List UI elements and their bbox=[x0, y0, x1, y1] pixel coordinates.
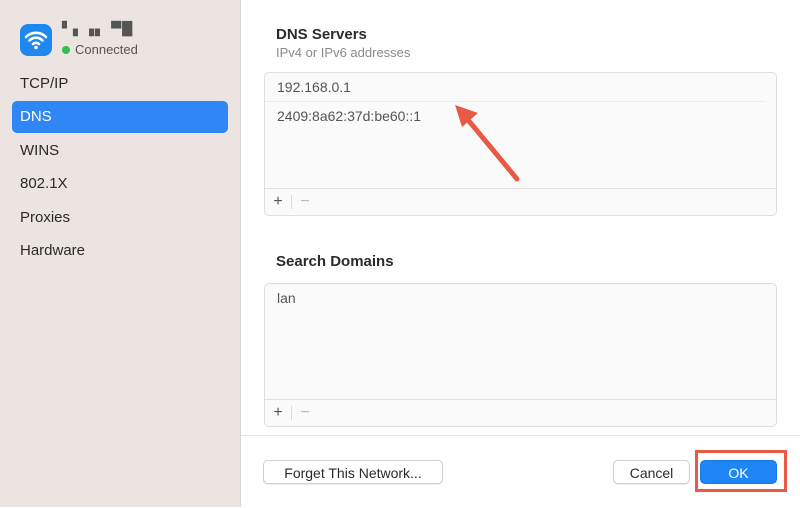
forget-network-button[interactable]: Forget This Network... bbox=[263, 460, 443, 484]
search-domains-title: Search Domains bbox=[276, 253, 394, 270]
sidebar-item-wins[interactable]: WINS bbox=[12, 135, 228, 167]
wifi-icon bbox=[20, 24, 52, 56]
remove-dns-server-button[interactable]: − bbox=[292, 190, 318, 214]
list-item[interactable]: lan bbox=[265, 284, 766, 312]
dns-servers-title: DNS Servers bbox=[276, 26, 367, 43]
sidebar-item-8021x[interactable]: 802.1X bbox=[12, 168, 228, 200]
dns-servers-subtitle: IPv4 or IPv6 addresses bbox=[276, 45, 411, 60]
ok-button[interactable]: OK bbox=[700, 460, 777, 484]
sidebar: ▘▖▗▖ ▀█ Connected TCP/IP DNS WINS 802.1X… bbox=[0, 0, 241, 507]
add-dns-server-button[interactable]: + bbox=[265, 190, 291, 214]
network-name: ▘▖▗▖ ▀█ bbox=[62, 22, 134, 37]
add-search-domain-button[interactable]: + bbox=[265, 401, 291, 425]
status-dot-icon bbox=[62, 45, 70, 54]
sidebar-item-hardware[interactable]: Hardware bbox=[12, 235, 228, 267]
search-domains-list[interactable]: lan + − bbox=[264, 283, 777, 427]
sidebar-item-tcpip[interactable]: TCP/IP bbox=[12, 68, 228, 100]
sidebar-nav: TCP/IP DNS WINS 802.1X Proxies Hardware bbox=[12, 68, 228, 268]
list-item[interactable]: 192.168.0.1 bbox=[265, 73, 766, 102]
network-header: ▘▖▗▖ ▀█ Connected bbox=[20, 22, 230, 58]
search-domains-footer: + − bbox=[265, 399, 776, 426]
dns-servers-footer: + − bbox=[265, 188, 776, 215]
annotation-arrow-icon bbox=[455, 105, 520, 182]
sidebar-item-dns[interactable]: DNS bbox=[12, 101, 228, 134]
search-domains-items: lan bbox=[265, 284, 776, 312]
main-panel: DNS Servers IPv4 or IPv6 addresses 192.1… bbox=[241, 0, 800, 507]
status-text: Connected bbox=[75, 42, 138, 57]
connection-status: Connected bbox=[62, 42, 138, 57]
remove-search-domain-button[interactable]: − bbox=[292, 401, 318, 425]
sidebar-item-proxies[interactable]: Proxies bbox=[12, 202, 228, 234]
cancel-button[interactable]: Cancel bbox=[613, 460, 690, 484]
dialog-footer: Forget This Network... Cancel OK bbox=[241, 435, 800, 508]
